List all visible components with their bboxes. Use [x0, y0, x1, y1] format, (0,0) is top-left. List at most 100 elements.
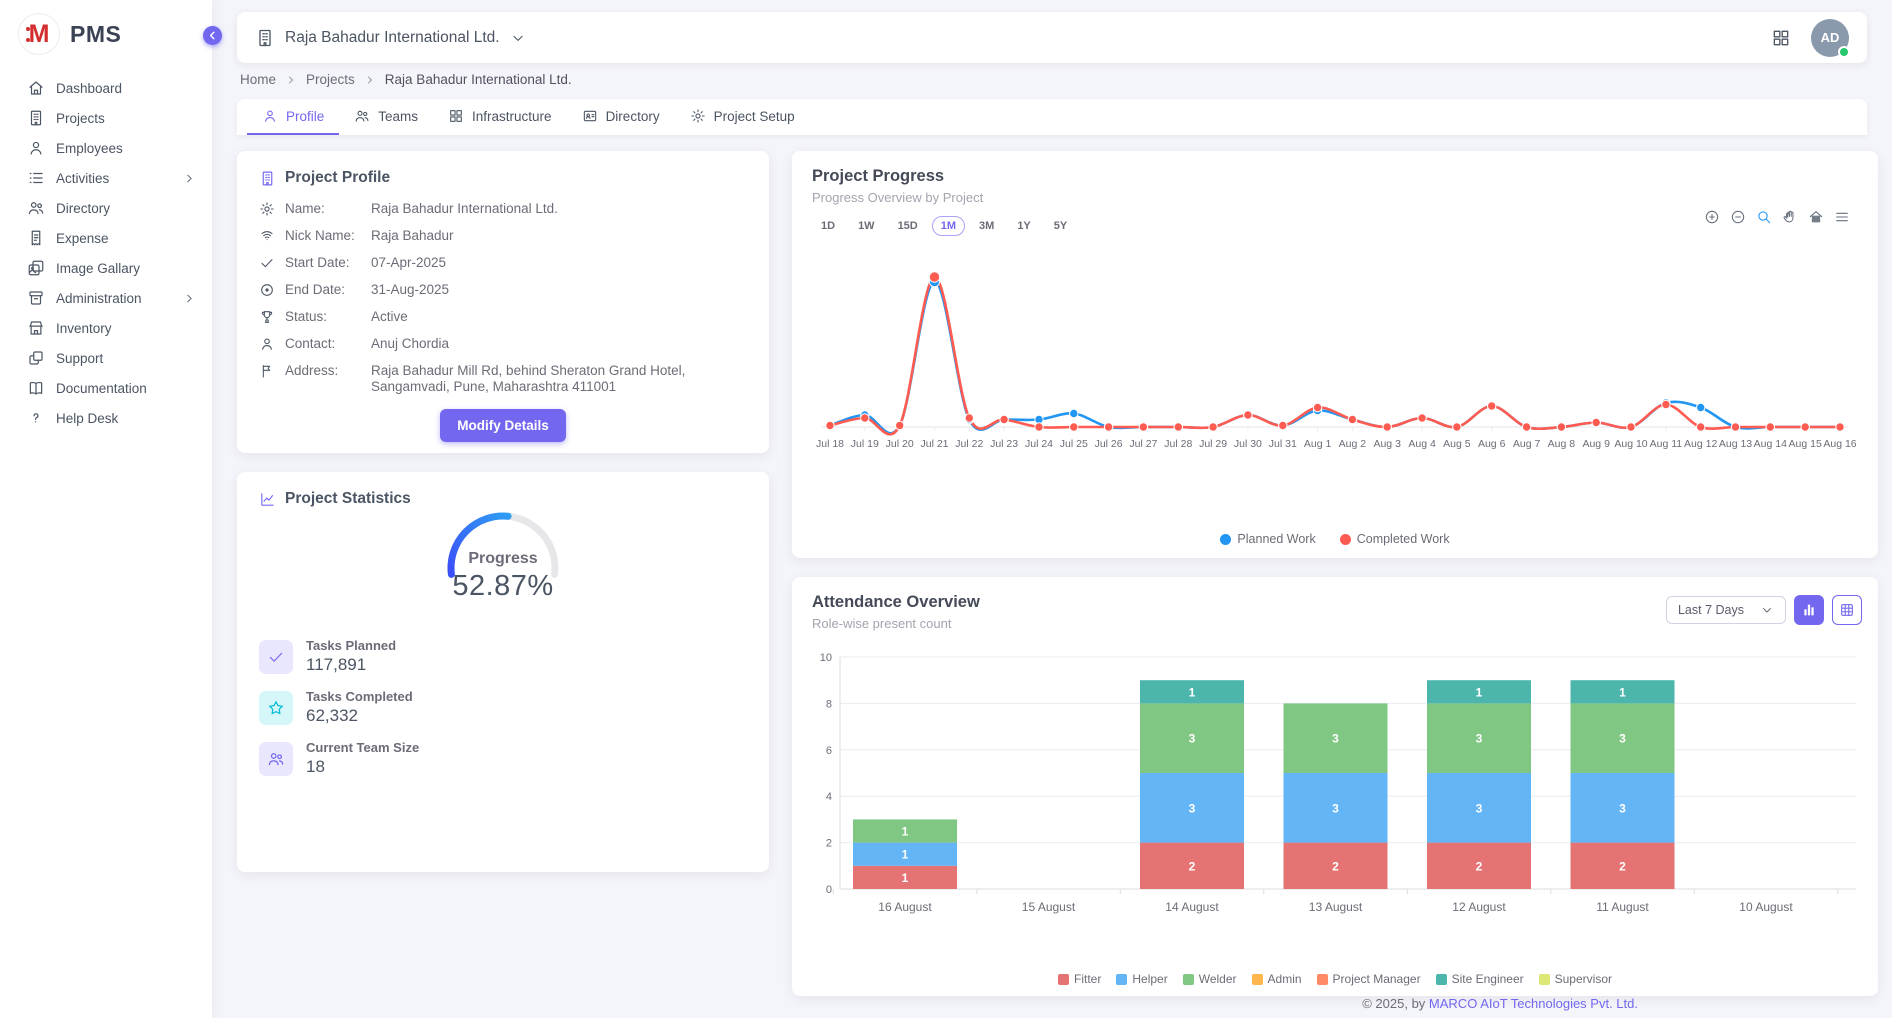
grid-icon: [448, 108, 464, 124]
svg-text:Jul 30: Jul 30: [1234, 438, 1262, 450]
svg-text:1: 1: [1189, 685, 1196, 699]
svg-text:12 August: 12 August: [1452, 900, 1506, 914]
footer-text: © 2025, by: [1362, 996, 1429, 1011]
sidebar-item-documentation[interactable]: Documentation: [0, 373, 212, 403]
legend-planned-work[interactable]: Planned Work: [1220, 532, 1315, 546]
sidebar-item-image-gallary[interactable]: Image Gallary: [0, 253, 212, 283]
field-label: Status:: [285, 309, 361, 325]
sidebar: M PMS Dashboard ProjectsEmployees Activiti…: [0, 0, 212, 1018]
svg-text:Jul 23: Jul 23: [990, 438, 1018, 450]
legend-fitter[interactable]: Fitter: [1058, 972, 1101, 986]
legend-helper[interactable]: Helper: [1116, 972, 1167, 986]
toolbar-magnifier-button[interactable]: [1756, 209, 1772, 225]
range-1w[interactable]: 1W: [849, 216, 884, 236]
legend-project-manager[interactable]: Project Manager: [1317, 972, 1421, 986]
legend-admin[interactable]: Admin: [1252, 972, 1302, 986]
sidebar-item-administration[interactable]: Administration: [0, 283, 212, 313]
progress-chart-title: Project Progress: [812, 167, 1858, 186]
zoom-in-icon: [1704, 209, 1720, 225]
svg-text:1: 1: [1619, 685, 1626, 699]
attendance-bar-chart[interactable]: 024681011116 August15 August233114 Augus…: [806, 637, 1864, 942]
attendance-overview-card: Attendance Overview Role-wise present co…: [792, 577, 1878, 996]
sidebar-item-employees[interactable]: Employees: [0, 133, 212, 163]
tab-project-setup[interactable]: Project Setup: [675, 99, 810, 135]
range-3m[interactable]: 3M: [970, 216, 1003, 236]
legend-welder[interactable]: Welder: [1183, 972, 1237, 986]
sidebar-item-label: Dashboard: [56, 81, 196, 96]
help-icon: [27, 409, 45, 427]
field-label: End Date:: [285, 282, 361, 298]
bar-view-toggle-button[interactable]: [1794, 595, 1824, 625]
sidebar-item-label: Help Desk: [56, 411, 196, 426]
sidebar-item-dashboard[interactable]: Dashboard: [0, 73, 212, 103]
last-7-days-dropdown[interactable]: Last 7 Days: [1666, 596, 1786, 624]
sidebar-item-projects[interactable]: Projects: [0, 103, 212, 133]
toolbar-zoom-out-button[interactable]: [1730, 209, 1746, 225]
field-value: 31-Aug-2025: [371, 282, 747, 298]
legend-site-engineer[interactable]: Site Engineer: [1436, 972, 1524, 986]
progress-gauge-value: 52.87%: [237, 570, 769, 603]
app-name: PMS: [70, 21, 121, 48]
fingerprint-icon: [259, 228, 275, 244]
range-1y[interactable]: 1Y: [1008, 216, 1039, 236]
gauge-label: Progress: [468, 550, 537, 567]
stats-card-title-row: Project Statistics: [259, 490, 747, 508]
range-15d[interactable]: 15D: [889, 216, 927, 236]
main-content: Raja Bahadur International Ltd. AD Home P…: [212, 0, 1892, 1018]
user-avatar[interactable]: AD: [1811, 19, 1849, 57]
tab-directory[interactable]: Directory: [567, 99, 675, 135]
breadcrumb-item-home[interactable]: Home: [240, 72, 276, 87]
svg-text:Jul 24: Jul 24: [1025, 438, 1053, 450]
field-label: Name:: [285, 201, 361, 217]
table-view-toggle-button[interactable]: [1832, 595, 1862, 625]
tab-profile[interactable]: Profile: [247, 99, 339, 135]
legend-supervisor[interactable]: Supervisor: [1539, 972, 1612, 986]
sidebar-item-label: Activities: [56, 171, 172, 186]
svg-text:10: 10: [820, 652, 832, 664]
logo-letter: M: [29, 22, 50, 47]
sidebar-item-inventory[interactable]: Inventory: [0, 313, 212, 343]
breadcrumb-item-projects[interactable]: Projects: [306, 72, 355, 87]
chevron-down-icon: [510, 30, 526, 46]
gear-icon: [690, 108, 706, 124]
project-progress-chart[interactable]: Jul 18Jul 19Jul 20Jul 21Jul 22Jul 23Jul …: [812, 255, 1858, 494]
modify-details-button[interactable]: Modify Details: [440, 409, 566, 442]
svg-text:1: 1: [902, 848, 909, 862]
toolbar-house-button[interactable]: [1808, 209, 1824, 225]
svg-text:Aug 6: Aug 6: [1478, 438, 1506, 450]
apps-grid-button[interactable]: [1771, 28, 1791, 48]
progress-chart-subtitle: Progress Overview by Project: [812, 190, 1858, 205]
svg-text:Jul 19: Jul 19: [851, 438, 879, 450]
legend-swatch: [1539, 974, 1550, 985]
sidebar-item-expense[interactable]: Expense: [0, 223, 212, 253]
sidebar-item-help-desk[interactable]: Help Desk: [0, 403, 212, 433]
toolbar-zoom-in-button[interactable]: [1704, 209, 1720, 225]
range-5y[interactable]: 5Y: [1045, 216, 1076, 236]
profile-fields: Name:Raja Bahadur International Ltd.Nick…: [259, 201, 747, 395]
stat-label: Tasks Completed: [306, 689, 413, 704]
sidebar-item-support[interactable]: Support: [0, 343, 212, 373]
sidebar-item-directory[interactable]: Directory: [0, 193, 212, 223]
footer-company-link[interactable]: MARCO AIoT Technologies Pvt. Ltd.: [1429, 996, 1638, 1011]
company-selector[interactable]: Raja Bahadur International Ltd.: [255, 28, 526, 48]
dropdown-value: Last 7 Days: [1678, 603, 1744, 617]
toolbar-hand-button[interactable]: [1782, 209, 1798, 225]
svg-text:3: 3: [1189, 732, 1196, 746]
sidebar-item-activities[interactable]: Activities: [0, 163, 212, 193]
chevron-right-icon: [285, 74, 297, 86]
toolbar-menu-button[interactable]: [1834, 209, 1850, 225]
svg-text:Jul 29: Jul 29: [1199, 438, 1227, 450]
svg-text:Aug 11: Aug 11: [1650, 438, 1683, 450]
building-icon: [255, 28, 275, 48]
check-icon: [267, 648, 285, 666]
range-1m[interactable]: 1M: [932, 216, 965, 236]
tab-infrastructure[interactable]: Infrastructure: [433, 99, 567, 135]
legend-label: Site Engineer: [1452, 972, 1524, 986]
tab-teams[interactable]: Teams: [339, 99, 433, 135]
legend-completed-work[interactable]: Completed Work: [1340, 532, 1450, 546]
sidebar-collapse-button[interactable]: [203, 26, 222, 45]
range-1d[interactable]: 1D: [812, 216, 844, 236]
breadcrumb-item-raja-bahadur-international-ltd: Raja Bahadur International Ltd.: [385, 72, 572, 87]
app-logo[interactable]: M PMS: [0, 0, 212, 67]
store-icon: [27, 319, 45, 337]
